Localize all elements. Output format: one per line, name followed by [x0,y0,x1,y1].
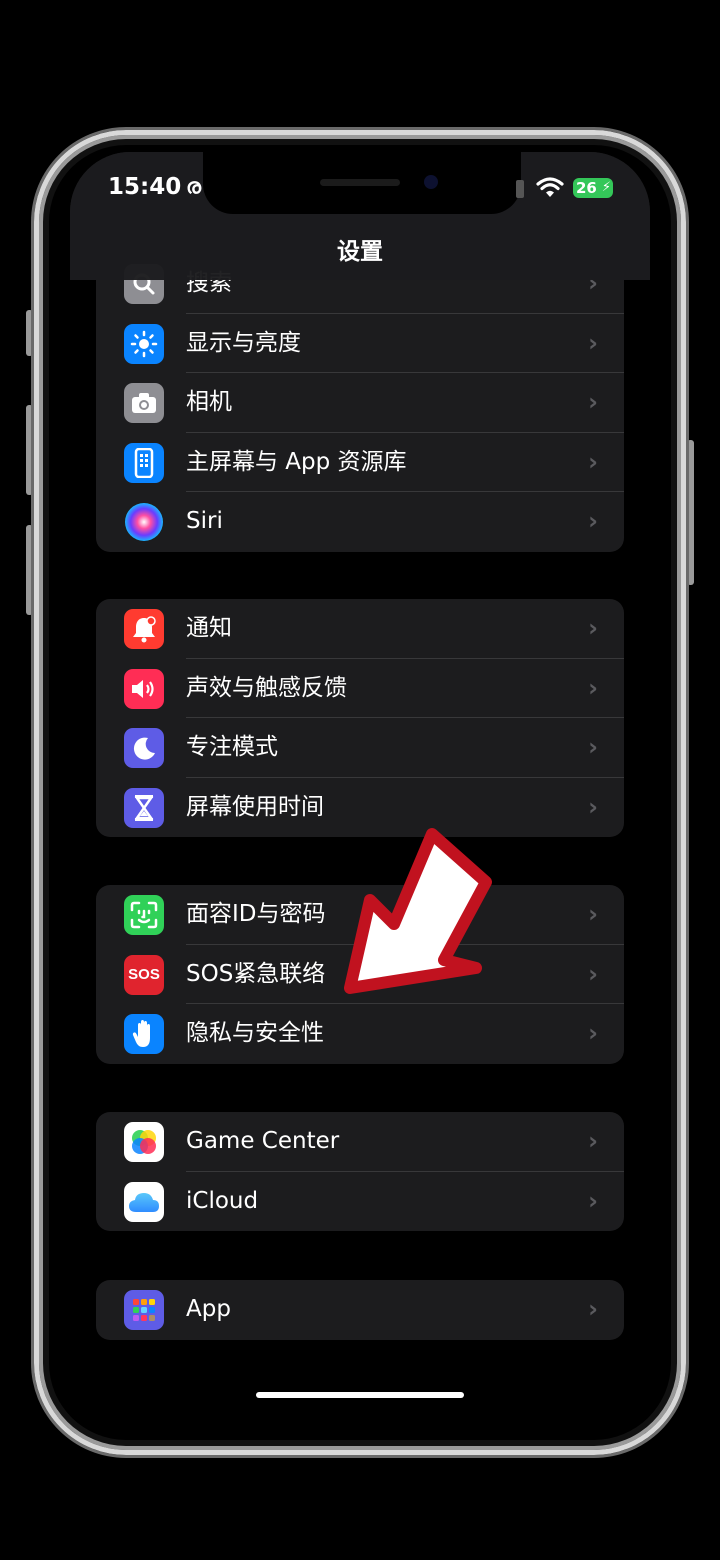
volume-down-button [26,525,33,615]
row-home-screen[interactable]: 主屏幕与 App 资源库 › [96,433,624,493]
chevron-right-icon: › [588,1186,598,1215]
camera-icon [124,383,164,424]
row-label: 主屏幕与 App 资源库 [186,448,407,475]
battery-icon: 26 ⚡ [573,178,613,198]
chevron-right-icon: › [588,1295,598,1323]
app-grid-icon [124,1290,164,1330]
row-game-center[interactable]: Game Center › [96,1112,624,1172]
wifi-icon [536,177,564,197]
home-screen-icon [124,442,164,483]
settings-group-2: 通知 › 声效与触感反馈 › 专注模式 › 屏幕使用时间 › [96,599,624,837]
row-display-brightness[interactable]: 显示与亮度 › [96,314,624,374]
row-screen-time[interactable]: 屏幕使用时间 › [96,778,624,837]
row-focus[interactable]: 专注模式 › [96,718,624,778]
status-indicator-icon: ര [186,174,202,198]
row-label: 显示与亮度 [186,329,301,356]
row-label: SOS紧急联络 [186,960,326,987]
sos-icon-text: SOS [128,966,160,984]
chevron-right-icon: › [588,1127,598,1155]
action-button [26,310,33,356]
chevron-right-icon: › [588,447,598,476]
chevron-right-icon: › [588,792,598,821]
row-label: 声效与触感反馈 [186,674,347,701]
notch [203,152,521,214]
phone-screen: 搜索 › 显示与亮度 › 相机 › 主屏幕与 App 资源库 › Siri › … [70,152,650,1432]
chevron-right-icon: › [588,614,598,642]
row-face-id-passcode[interactable]: 面容ID与密码 › [96,885,624,945]
row-label: 专注模式 [186,734,278,761]
earpiece [320,179,400,186]
row-icloud[interactable]: iCloud › [96,1172,624,1231]
front-camera [424,175,438,189]
status-time: 15:40 [108,174,182,200]
brightness-icon [124,323,164,364]
row-emergency-sos[interactable]: SOS SOS紧急联络 › [96,945,624,1005]
row-siri[interactable]: Siri › [96,492,624,552]
row-sounds-haptics[interactable]: 声效与触感反馈 › [96,659,624,719]
settings-group-5: App › [96,1280,624,1340]
settings-group-4: Game Center › iCloud › [96,1112,624,1231]
row-label: 通知 [186,615,232,641]
chevron-right-icon: › [588,733,598,762]
notification-bell-icon [124,609,164,649]
row-label: Game Center [186,1128,340,1154]
row-label: App [186,1296,231,1322]
row-label: 屏幕使用时间 [186,793,324,820]
icloud-icon [124,1181,164,1222]
chevron-right-icon: › [588,959,598,988]
hourglass-icon [124,787,164,828]
hand-icon [124,1014,164,1055]
settings-group-1: 搜索 › 显示与亮度 › 相机 › 主屏幕与 App 资源库 › Siri › [96,254,624,552]
chevron-right-icon: › [588,507,598,536]
row-notifications[interactable]: 通知 › [96,599,624,659]
chevron-right-icon: › [588,328,598,357]
row-label: Siri [186,508,223,535]
page-title: 设置 [337,239,383,265]
row-apps[interactable]: App › [96,1280,624,1340]
sos-icon: SOS [124,954,164,995]
chevron-right-icon: › [588,1019,598,1048]
moon-icon [124,728,164,769]
volume-up-button [26,405,33,495]
settings-group-3: 面容ID与密码 › SOS SOS紧急联络 › 隐私与安全性 › [96,885,624,1064]
chevron-right-icon: › [588,673,598,702]
charging-bolt-icon: ⚡ [601,180,611,195]
row-label: 面容ID与密码 [186,901,326,927]
row-label: 相机 [186,389,232,416]
battery-level: 26 [576,179,597,197]
chevron-right-icon: › [588,388,598,417]
face-id-icon [124,895,164,935]
cellular-signal-icon [516,180,524,198]
row-privacy-security[interactable]: 隐私与安全性 › [96,1004,624,1064]
row-label: 隐私与安全性 [186,1020,324,1047]
row-label: iCloud [186,1187,259,1214]
power-button [687,440,694,585]
speaker-icon [124,668,164,709]
siri-icon [124,502,164,543]
home-indicator[interactable] [256,1392,464,1398]
chevron-right-icon: › [588,900,598,928]
game-center-icon [124,1122,164,1162]
row-camera[interactable]: 相机 › [96,373,624,433]
